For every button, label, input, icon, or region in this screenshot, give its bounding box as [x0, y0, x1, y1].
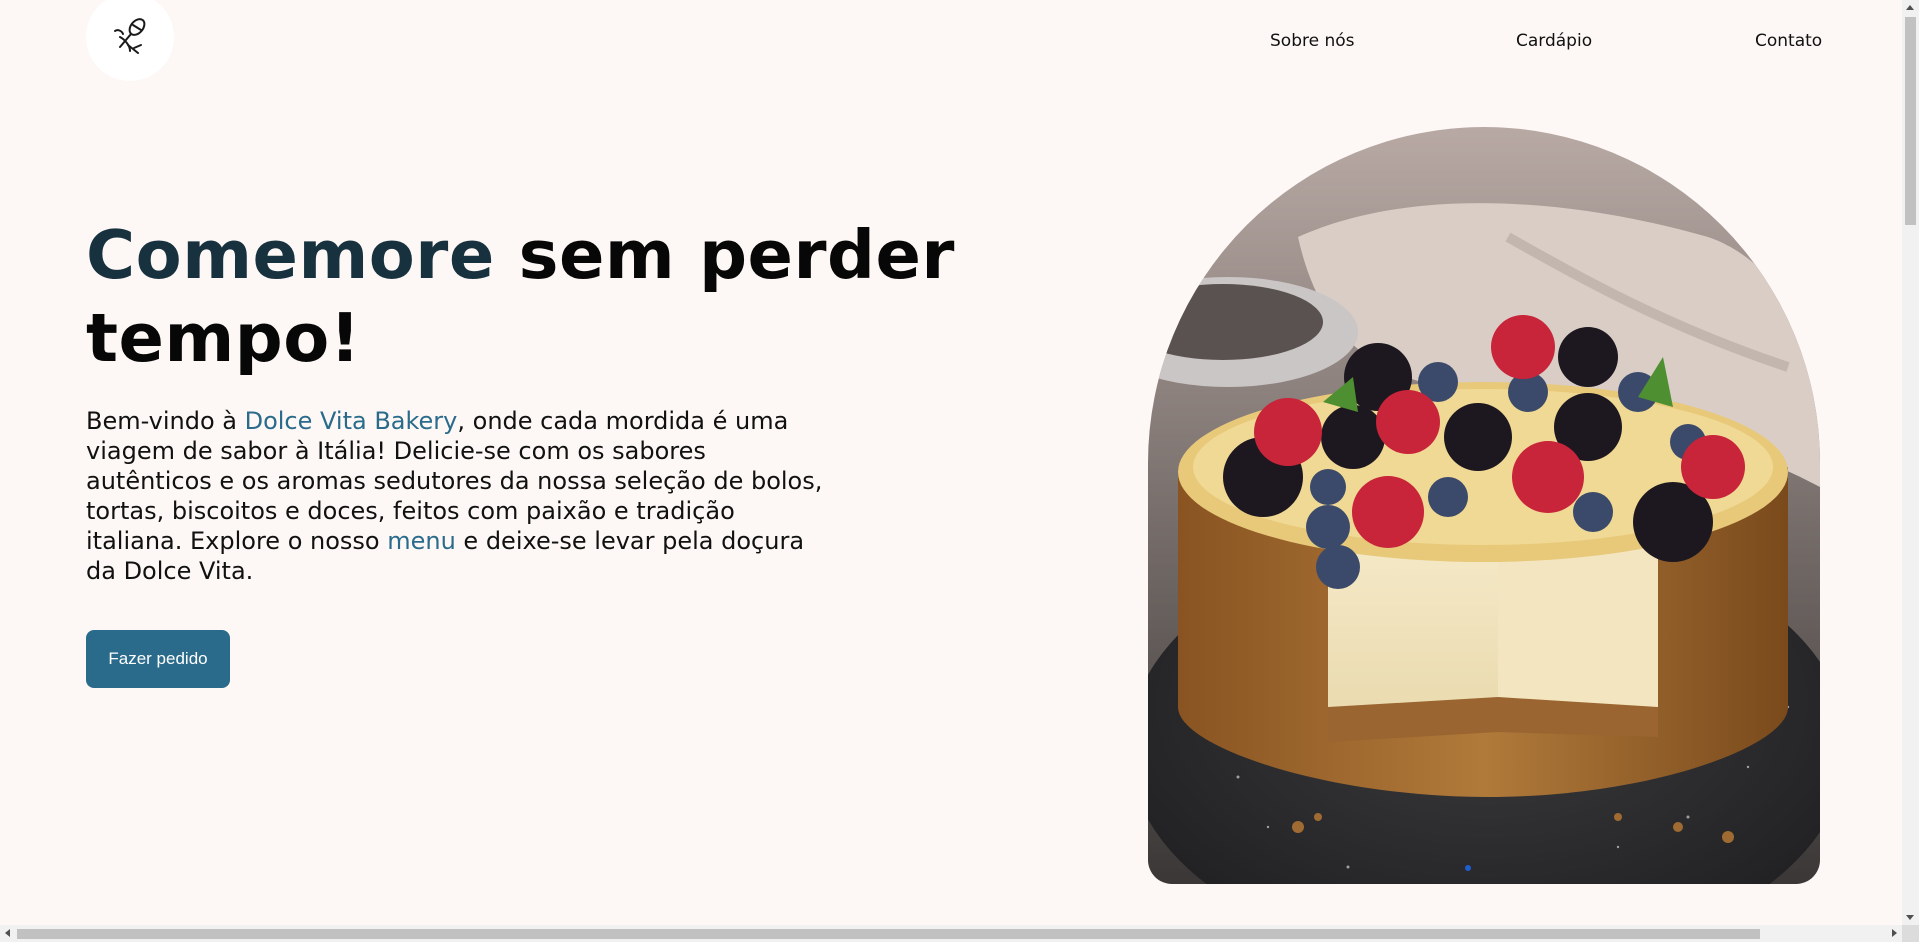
- scroll-left-arrow-icon[interactable]: [5, 929, 10, 937]
- brand-link[interactable]: Dolce Vita Bakery: [245, 407, 458, 435]
- hero-desc-text: Bem-vindo à: [86, 407, 245, 435]
- order-button[interactable]: Fazer pedido: [86, 630, 230, 688]
- cheesecake-image: [1148, 127, 1820, 884]
- scroll-up-arrow-icon[interactable]: [1906, 5, 1914, 10]
- nav-link-contato[interactable]: Contato: [1755, 31, 1822, 51]
- horizontal-scrollbar[interactable]: [0, 925, 1902, 942]
- hero-title-accent: Comemore: [86, 216, 495, 294]
- whisk-icon: [114, 18, 146, 54]
- nav-link-sobre-nos[interactable]: Sobre nós: [1270, 31, 1355, 51]
- vertical-scroll-thumb[interactable]: [1905, 17, 1916, 225]
- menu-link[interactable]: menu: [387, 527, 456, 555]
- hero-title-line2: tempo!: [86, 299, 361, 377]
- hero-title-rest: sem perder: [494, 216, 955, 294]
- page: Sobre nós Cardápio Contato Comemore sem …: [0, 0, 1919, 942]
- scrollbar-corner: [1902, 925, 1919, 942]
- hero-description: Bem-vindo à Dolce Vita Bakery, onde cada…: [86, 406, 826, 586]
- hero-title: Comemore sem perder tempo!: [86, 214, 986, 380]
- scroll-right-arrow-icon[interactable]: [1892, 929, 1897, 937]
- scroll-down-arrow-icon[interactable]: [1906, 915, 1914, 920]
- vertical-scrollbar[interactable]: [1902, 0, 1919, 925]
- logo[interactable]: [86, 0, 174, 81]
- nav-link-cardapio[interactable]: Cardápio: [1516, 31, 1592, 51]
- horizontal-scroll-thumb[interactable]: [17, 929, 1760, 939]
